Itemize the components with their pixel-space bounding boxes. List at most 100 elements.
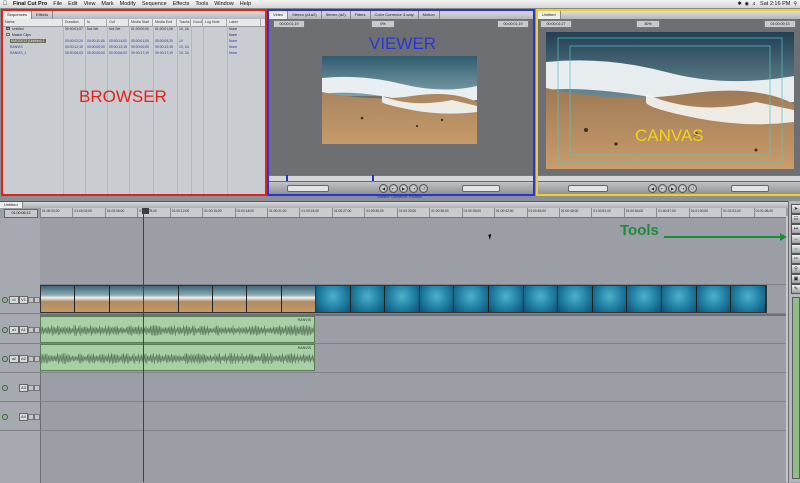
- destination-track-control[interactable]: V1: [19, 296, 28, 304]
- col-out[interactable]: Out: [107, 19, 129, 26]
- apple-menu-icon[interactable]: : [0, 0, 10, 8]
- viewer-duration-timecode[interactable]: 00:00:01;19: [273, 20, 305, 28]
- tab-timeline-untitled[interactable]: Untitled: [0, 202, 23, 208]
- col-name[interactable]: Name: [3, 19, 63, 26]
- menu-mark[interactable]: Mark: [98, 0, 116, 8]
- track-a3[interactable]: [40, 372, 786, 402]
- canvas-play-around-button[interactable]: ↺: [688, 184, 697, 193]
- list-item[interactable]: Master Clips None: [3, 33, 265, 38]
- viewer-next-edit-button[interactable]: ⇥: [409, 184, 418, 193]
- canvas-shuttle-control[interactable]: [568, 185, 608, 192]
- viewer-prev-edit-button[interactable]: ⇤: [389, 184, 398, 193]
- menu-file[interactable]: File: [50, 0, 65, 8]
- col-label[interactable]: Label: [227, 19, 261, 26]
- playhead[interactable]: [143, 208, 144, 482]
- wifi-icon[interactable]: ◉: [745, 0, 749, 8]
- col-good[interactable]: Good: [191, 19, 203, 26]
- track-visibility-icon[interactable]: [2, 414, 8, 420]
- menu-view[interactable]: View: [81, 0, 99, 8]
- menu-modify[interactable]: Modify: [117, 0, 139, 8]
- canvas-video-frame[interactable]: [546, 32, 794, 169]
- audio-clip-a2[interactable]: RANVIS: [40, 344, 315, 371]
- tab-sequences[interactable]: Sequences: [3, 11, 33, 19]
- menu-edit[interactable]: Edit: [65, 0, 80, 8]
- track-header-a2[interactable]: a2 A2: [0, 343, 40, 373]
- audio-clip-a1[interactable]: RANVIS: [40, 316, 315, 343]
- timeline-ruler[interactable]: 01:00:00;0001:00:03;0001:00:06;0001:00:0…: [40, 208, 786, 218]
- canvas-duration-timecode[interactable]: 00:00:01;27: [540, 20, 572, 28]
- menu-window[interactable]: Window: [211, 0, 237, 8]
- source-track-control[interactable]: a2: [9, 355, 19, 363]
- timeline-current-timecode[interactable]: 01:00:06;13: [4, 209, 38, 218]
- tab-color-corrector[interactable]: Color Corrector 3-way: [371, 11, 419, 19]
- viewer-play-around-button[interactable]: ↺: [419, 184, 428, 193]
- source-track-control[interactable]: v1: [9, 296, 19, 304]
- menu-app-name[interactable]: Final Cut Pro: [10, 0, 50, 8]
- timeline-tracks[interactable]: RANVIS RANVIS: [40, 218, 786, 483]
- track-select-tool-icon[interactable]: ↦: [791, 224, 800, 234]
- video-clip-beach[interactable]: [40, 285, 317, 313]
- menu-clock[interactable]: Sat 2:16 PM: [760, 0, 790, 8]
- track-header-a3[interactable]: A3: [0, 372, 40, 402]
- tab-video[interactable]: Video: [269, 11, 289, 19]
- list-item[interactable]: Untitled 00:00:01;07 Not Set Not Set 01:…: [3, 27, 265, 32]
- pen-tool-icon[interactable]: ✎: [791, 284, 800, 294]
- destination-track-control[interactable]: A4: [19, 413, 28, 421]
- tab-effects[interactable]: Effects: [32, 11, 54, 19]
- video-clip-underwater[interactable]: [315, 285, 767, 313]
- track-header-a4[interactable]: A4: [0, 401, 40, 431]
- viewer-play-in-out-button[interactable]: ◀: [379, 184, 388, 193]
- col-media-end[interactable]: Media End: [153, 19, 177, 26]
- viewer-video-frame[interactable]: [322, 56, 477, 144]
- col-duration[interactable]: Duration: [63, 19, 85, 26]
- volume-icon[interactable]: ♬: [752, 0, 757, 8]
- canvas-current-timecode[interactable]: 01:00:09;13: [764, 20, 796, 28]
- tab-motion[interactable]: Motion: [419, 11, 440, 19]
- canvas-zoom-popup[interactable]: 30%: [636, 20, 660, 28]
- menu-sequence[interactable]: Sequence: [139, 0, 170, 8]
- menu-tools[interactable]: Tools: [192, 0, 211, 8]
- canvas-play-in-out-button[interactable]: ◀: [648, 184, 657, 193]
- tab-filters[interactable]: Filters: [351, 11, 371, 19]
- col-log-note[interactable]: Log Note: [203, 19, 227, 26]
- list-item[interactable]: RANVIS_1 00:00:06;03 00:00:00;00 00:00:0…: [3, 51, 265, 56]
- menu-help[interactable]: Help: [237, 0, 254, 8]
- track-visibility-icon[interactable]: [2, 385, 8, 391]
- list-item[interactable]: RANVIS 00:00:12;15 00:00:00;00 00:00:12;…: [3, 45, 265, 50]
- viewer-current-timecode[interactable]: 00:00:01;19: [497, 20, 529, 28]
- selection-tool-icon[interactable]: ➤: [791, 204, 800, 214]
- track-visibility-icon[interactable]: [2, 356, 8, 362]
- canvas-play-button[interactable]: ▶: [668, 184, 677, 193]
- menu-effects[interactable]: Effects: [170, 0, 193, 8]
- canvas-prev-edit-button[interactable]: ⇤: [658, 184, 667, 193]
- slip-tool-icon[interactable]: ⇔: [791, 244, 800, 254]
- source-track-control[interactable]: a1: [9, 326, 19, 334]
- col-media-start[interactable]: Media Start: [129, 19, 153, 26]
- tab-untitled-sequence[interactable]: Untitled: [538, 11, 561, 19]
- viewer-jog-control[interactable]: [462, 185, 500, 192]
- destination-track-control[interactable]: A3: [19, 384, 28, 392]
- razor-tool-icon[interactable]: ✂: [791, 254, 800, 264]
- destination-track-control[interactable]: A1: [19, 326, 28, 334]
- viewer-zoom-popup[interactable]: 0%: [371, 20, 395, 28]
- tab-stereo-a2[interactable]: Stereo (a2): [322, 11, 351, 19]
- track-header-a1[interactable]: a1 A1: [0, 315, 40, 344]
- destination-track-control[interactable]: A2: [19, 355, 28, 363]
- track-visibility-icon[interactable]: [2, 327, 8, 333]
- track-header-v1[interactable]: v1 V1: [0, 284, 40, 314]
- col-tracks[interactable]: Tracks: [177, 19, 191, 26]
- canvas-next-edit-button[interactable]: ⇥: [678, 184, 687, 193]
- list-item[interactable]: KMGO013 (Untitled) 1 00:00:02;24 00:00:1…: [3, 39, 265, 44]
- bluetooth-icon[interactable]: ✱: [737, 0, 741, 8]
- canvas-jog-control[interactable]: [731, 185, 769, 192]
- viewer-play-button[interactable]: ▶: [399, 184, 408, 193]
- zoom-tool-icon[interactable]: ⚲: [791, 264, 800, 274]
- crop-tool-icon[interactable]: ▣: [791, 274, 800, 284]
- viewer-shuttle-control[interactable]: [287, 185, 329, 192]
- track-a4[interactable]: [40, 401, 786, 431]
- edit-selection-tool-icon[interactable]: ☷: [791, 214, 800, 224]
- spotlight-icon[interactable]: ⚲: [793, 0, 797, 8]
- tab-stereo-a1a2[interactable]: Stereo (a1a2): [288, 11, 322, 19]
- track-visibility-icon[interactable]: [2, 297, 8, 303]
- ripple-tool-icon[interactable]: ↔: [791, 234, 800, 244]
